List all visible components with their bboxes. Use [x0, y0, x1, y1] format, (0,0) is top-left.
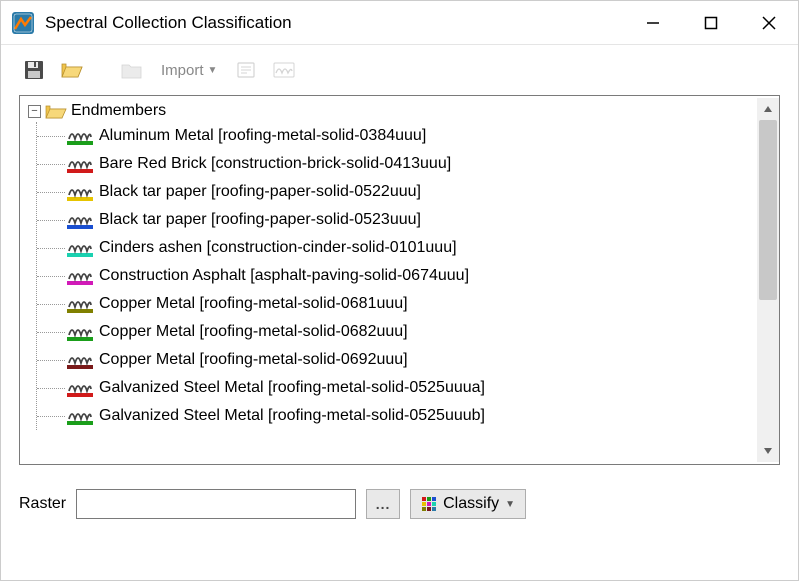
tree-panel: − Endmembers Aluminum Metal [roofing-met…: [19, 95, 780, 465]
tree-item[interactable]: Construction Asphalt [asphalt-paving-sol…: [37, 262, 771, 290]
spectrum-icon: [272, 59, 296, 81]
bottom-bar: Raster ... Classify ▼: [1, 465, 798, 519]
tree-item-label: Galvanized Steel Metal [roofing-metal-so…: [99, 407, 485, 425]
tree-root-label: Endmembers: [71, 102, 166, 120]
spectrum-item-icon: [67, 351, 93, 369]
tree-item[interactable]: Copper Metal [roofing-metal-solid-0692uu…: [37, 346, 771, 374]
properties-button[interactable]: [231, 55, 261, 85]
spectrum-item-icon: [67, 127, 93, 145]
import-dropdown[interactable]: Import ▼: [155, 55, 223, 85]
import-folder-button[interactable]: [117, 55, 147, 85]
browse-button[interactable]: ...: [366, 489, 400, 519]
tree-item-label: Aluminum Metal [roofing-metal-solid-0384…: [99, 127, 426, 145]
open-button[interactable]: [57, 55, 87, 85]
tree-item[interactable]: Bare Red Brick [construction-brick-solid…: [37, 150, 771, 178]
tree-item[interactable]: Galvanized Steel Metal [roofing-metal-so…: [37, 402, 771, 430]
tree-item[interactable]: Aluminum Metal [roofing-metal-solid-0384…: [37, 122, 771, 150]
tree-item-label: Copper Metal [roofing-metal-solid-0681uu…: [99, 295, 408, 313]
tree-item[interactable]: Black tar paper [roofing-paper-solid-052…: [37, 178, 771, 206]
tree-item[interactable]: Copper Metal [roofing-metal-solid-0681uu…: [37, 290, 771, 318]
scrollbar[interactable]: [757, 98, 779, 462]
chevron-down-icon: ▼: [208, 65, 218, 76]
minimize-button[interactable]: [624, 1, 682, 44]
raster-input[interactable]: [76, 489, 356, 519]
spectrum-item-icon: [67, 407, 93, 425]
spectrum-item-icon: [67, 211, 93, 229]
spectrum-item-icon: [67, 155, 93, 173]
close-button[interactable]: [740, 1, 798, 44]
tree-item-label: Copper Metal [roofing-metal-solid-0692uu…: [99, 351, 408, 369]
tree-item-label: Black tar paper [roofing-paper-solid-052…: [99, 211, 421, 229]
tree-item-label: Galvanized Steel Metal [roofing-metal-so…: [99, 379, 485, 397]
folder-icon: [120, 59, 144, 81]
tree-item-label: Black tar paper [roofing-paper-solid-052…: [99, 183, 421, 201]
tree-root-node[interactable]: − Endmembers: [28, 102, 771, 120]
tree-item[interactable]: Galvanized Steel Metal [roofing-metal-so…: [37, 374, 771, 402]
titlebar: Spectral Collection Classification: [1, 1, 798, 45]
toolbar: Import ▼: [1, 45, 798, 95]
spectrum-item-icon: [67, 323, 93, 341]
scroll-up-icon[interactable]: [757, 98, 779, 120]
spectrum-item-icon: [67, 379, 93, 397]
window-controls: [624, 1, 798, 44]
save-button[interactable]: [19, 55, 49, 85]
raster-label: Raster: [19, 495, 66, 513]
folder-open-icon: [45, 103, 67, 119]
scroll-down-icon[interactable]: [757, 440, 779, 462]
tree-children: Aluminum Metal [roofing-metal-solid-0384…: [36, 122, 771, 430]
properties-icon: [235, 59, 257, 81]
window-title: Spectral Collection Classification: [45, 13, 624, 33]
scroll-track[interactable]: [757, 120, 779, 440]
tree-item-label: Bare Red Brick [construction-brick-solid…: [99, 155, 451, 173]
classify-dropdown[interactable]: Classify ▼: [410, 489, 526, 519]
chevron-down-icon: ▼: [505, 499, 515, 510]
maximize-button[interactable]: [682, 1, 740, 44]
ellipsis-icon: ...: [376, 496, 391, 512]
tree-item-label: Copper Metal [roofing-metal-solid-0682uu…: [99, 323, 408, 341]
spectrum-item-icon: [67, 183, 93, 201]
app-icon: [11, 11, 35, 35]
tree-item-label: Construction Asphalt [asphalt-paving-sol…: [99, 267, 469, 285]
classify-grid-icon: [421, 496, 437, 512]
collapse-icon[interactable]: −: [28, 105, 41, 118]
classify-label: Classify: [443, 495, 499, 513]
spectrum-button[interactable]: [269, 55, 299, 85]
tree-content: − Endmembers Aluminum Metal [roofing-met…: [20, 96, 779, 464]
spectrum-item-icon: [67, 295, 93, 313]
tree-item[interactable]: Copper Metal [roofing-metal-solid-0682uu…: [37, 318, 771, 346]
tree-item-label: Cinders ashen [construction-cinder-solid…: [99, 239, 457, 257]
spectrum-item-icon: [67, 267, 93, 285]
spectrum-item-icon: [67, 239, 93, 257]
floppy-disk-icon: [23, 59, 45, 81]
tree-item[interactable]: Cinders ashen [construction-cinder-solid…: [37, 234, 771, 262]
tree-item[interactable]: Black tar paper [roofing-paper-solid-052…: [37, 206, 771, 234]
folder-open-icon: [60, 59, 84, 81]
scroll-thumb[interactable]: [759, 120, 777, 300]
import-label: Import: [161, 62, 204, 79]
